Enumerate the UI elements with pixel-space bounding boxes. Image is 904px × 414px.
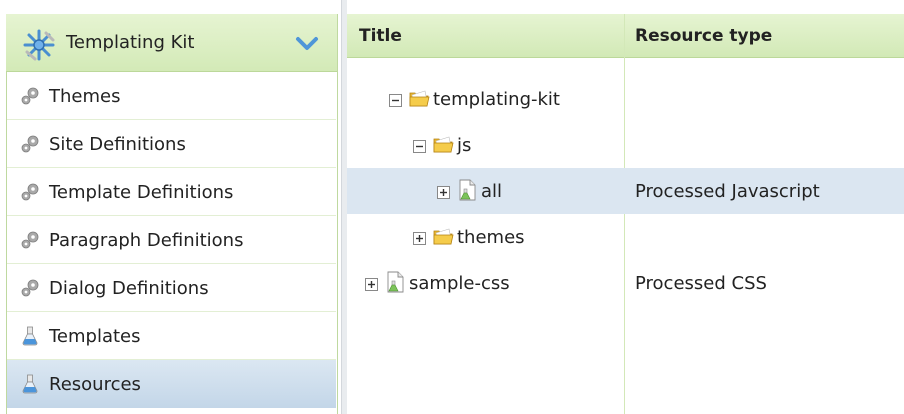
gear-icon (20, 182, 40, 202)
column-header-title[interactable]: Title (359, 26, 402, 46)
tree-node-title[interactable]: all (481, 181, 502, 202)
sidebar-item-templates[interactable]: Templates (7, 312, 336, 360)
folder-icon (432, 225, 454, 247)
sidebar-item-label: Resources (49, 374, 141, 395)
sidebar-item-dialog-definitions[interactable]: Dialog Definitions (7, 264, 336, 312)
document-icon (384, 271, 406, 293)
sidebar-item-themes[interactable]: Themes (7, 72, 336, 120)
resource-type-cell: Processed CSS (635, 273, 767, 294)
expand-toggle-icon[interactable] (365, 276, 378, 291)
folder-icon (432, 133, 454, 155)
tree-row[interactable]: themes (347, 214, 904, 260)
gear-icon (20, 86, 40, 106)
gear-icon (20, 230, 40, 250)
collapse-toggle-icon[interactable] (413, 138, 426, 153)
gear-icon (20, 134, 40, 154)
collapse-toggle-icon[interactable] (389, 92, 402, 107)
tree-row[interactable]: all Processed Javascript (347, 168, 904, 214)
tree-node-title[interactable]: themes (457, 227, 525, 248)
sidebar-item-site-definitions[interactable]: Site Definitions (7, 120, 336, 168)
sidebar-item-resources[interactable]: Resources (7, 360, 336, 408)
sidebar-item-label: Site Definitions (49, 134, 186, 155)
flask-icon (20, 326, 40, 346)
chevron-down-icon[interactable] (295, 36, 319, 52)
tree-row[interactable]: sample-css Processed CSS (347, 260, 904, 306)
document-icon (456, 179, 478, 201)
sidebar-item-label: Dialog Definitions (49, 278, 209, 299)
sidebar-item-paragraph-definitions[interactable]: Paragraph Definitions (7, 216, 336, 264)
templating-kit-icon (23, 29, 55, 61)
sidebar: Templating Kit Themes Site Definitions Tem… (0, 0, 340, 414)
grid-header: Title Resource type (347, 14, 904, 58)
tree-node-title[interactable]: templating-kit (433, 89, 560, 110)
sidebar-item-label: Template Definitions (49, 182, 234, 203)
sidebar-item-label: Themes (49, 86, 121, 107)
expand-toggle-icon[interactable] (413, 230, 426, 245)
flask-icon (20, 374, 40, 394)
resource-tree-grid: Title Resource type templating-kit js all P… (347, 14, 904, 414)
sidebar-header[interactable]: Templating Kit (6, 14, 337, 72)
sidebar-item-label: Templates (49, 326, 141, 347)
gear-icon (20, 278, 40, 298)
sidebar-item-template-definitions[interactable]: Template Definitions (7, 168, 336, 216)
tree-row[interactable]: js (347, 122, 904, 168)
expand-toggle-icon[interactable] (437, 184, 450, 199)
sidebar-header-title: Templating Kit (66, 32, 195, 53)
column-header-resource-type[interactable]: Resource type (635, 26, 772, 46)
tree-node-title[interactable]: js (457, 135, 471, 156)
tree-node-title[interactable]: sample-css (409, 273, 510, 294)
sidebar-item-label: Paragraph Definitions (49, 230, 244, 251)
tree-row[interactable]: templating-kit (347, 76, 904, 122)
folder-icon (408, 87, 430, 109)
resource-type-cell: Processed Javascript (635, 181, 820, 202)
